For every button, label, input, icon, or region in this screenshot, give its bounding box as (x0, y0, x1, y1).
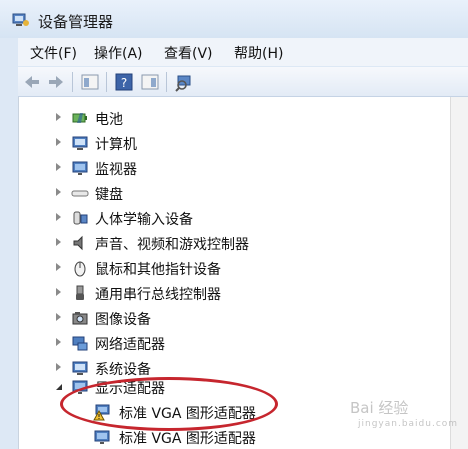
expand-arrow-icon[interactable] (56, 238, 61, 246)
watermark-subtext: jingyan.baidu.com (358, 419, 459, 429)
tree-node-usb[interactable]: 通用串行总线控制器 (19, 283, 419, 303)
network-icon (72, 336, 88, 351)
watermark-text: Bai 经验 (350, 399, 409, 417)
expand-arrow-icon[interactable] (56, 363, 61, 371)
tree-node-hid[interactable]: 人体学输入设备 (19, 208, 419, 228)
toolbar: ? (18, 67, 468, 97)
expand-arrow-icon[interactable] (56, 188, 61, 196)
system-icon (72, 361, 88, 375)
expand-arrow-icon[interactable] (56, 138, 61, 146)
watermark: Bai 经验 jingyan.baidu.com (350, 397, 458, 435)
tree-node-label: 通用串行总线控制器 (95, 287, 221, 303)
expand-arrow-icon[interactable] (56, 163, 61, 171)
tree-node-label: 声音、视频和游戏控制器 (95, 237, 249, 253)
tree-node-network[interactable]: 网络适配器 (19, 333, 419, 353)
collapse-arrow-icon[interactable] (55, 383, 63, 391)
tree-node-monitor[interactable]: 监视器 (19, 158, 419, 178)
tree-node-label: 电池 (95, 112, 123, 128)
console-view-icon[interactable] (140, 72, 160, 92)
tree-node-label: 人体学输入设备 (95, 212, 193, 228)
tree-node-mouse[interactable]: 鼠标和其他指针设备 (19, 258, 419, 278)
tree-node-keyboard[interactable]: 键盘 (19, 183, 419, 203)
toolbar-separator (72, 72, 73, 92)
tree-node-label: 网络适配器 (95, 337, 165, 353)
properties-icon[interactable] (80, 72, 100, 92)
device-manager-window: 设备管理器 文件(F) 操作(A) 查看(V) 帮助(H) ? 电池 计算机 监… (0, 0, 468, 449)
highlight-annotation (60, 377, 278, 431)
tree-node-label: 系统设备 (95, 362, 151, 378)
expand-arrow-icon[interactable] (56, 263, 61, 271)
battery-icon (72, 113, 87, 123)
tree-node-label: 图像设备 (95, 312, 151, 328)
tree-node-sound[interactable]: 声音、视频和游戏控制器 (19, 233, 419, 253)
expand-arrow-icon[interactable] (56, 338, 61, 346)
arrow-left-icon[interactable] (22, 72, 42, 92)
keyboard-icon (71, 190, 89, 197)
arrow-right-icon[interactable] (46, 72, 66, 92)
tree-node-label: 标准 VGA 图形适配器 (119, 431, 256, 447)
hid-icon (73, 211, 88, 225)
device-manager-icon (12, 13, 29, 26)
menu-bar: 文件(F) 操作(A) 查看(V) 帮助(H) (18, 38, 468, 66)
toolbar-separator (106, 72, 107, 92)
svg-text:?: ? (121, 76, 127, 90)
menu-view[interactable]: 查看(V) (164, 43, 213, 63)
tree-node-label: 计算机 (95, 137, 137, 153)
expand-arrow-icon[interactable] (56, 288, 61, 296)
speaker-icon (73, 235, 83, 251)
expand-arrow-icon[interactable] (56, 313, 61, 321)
tree-node-label: 鼠标和其他指针设备 (95, 262, 221, 278)
tree-node-label: 键盘 (95, 187, 123, 203)
scan-hardware-icon[interactable] (174, 72, 194, 92)
tree-node-battery[interactable]: 电池 (19, 108, 419, 128)
help-icon[interactable]: ? (114, 72, 134, 92)
menu-file[interactable]: 文件(F) (30, 43, 77, 63)
camera-icon (72, 312, 88, 325)
monitor-icon (72, 161, 88, 175)
title-bar: 设备管理器 (0, 0, 468, 38)
usb-icon (76, 285, 84, 300)
expand-arrow-icon[interactable] (56, 213, 61, 221)
tree-node-label: 监视器 (95, 162, 137, 178)
mouse-icon (74, 261, 86, 277)
display-adapter-icon (94, 430, 110, 444)
window-title: 设备管理器 (38, 13, 114, 31)
tree-node-imaging[interactable]: 图像设备 (19, 308, 419, 328)
menu-action[interactable]: 操作(A) (94, 43, 143, 63)
tree-node-system[interactable]: 系统设备 (19, 358, 419, 378)
toolbar-separator (166, 72, 167, 92)
tree-node-computer[interactable]: 计算机 (19, 133, 419, 153)
expand-arrow-icon[interactable] (56, 113, 61, 121)
computer-icon (72, 136, 88, 150)
menu-help[interactable]: 帮助(H) (234, 43, 283, 63)
